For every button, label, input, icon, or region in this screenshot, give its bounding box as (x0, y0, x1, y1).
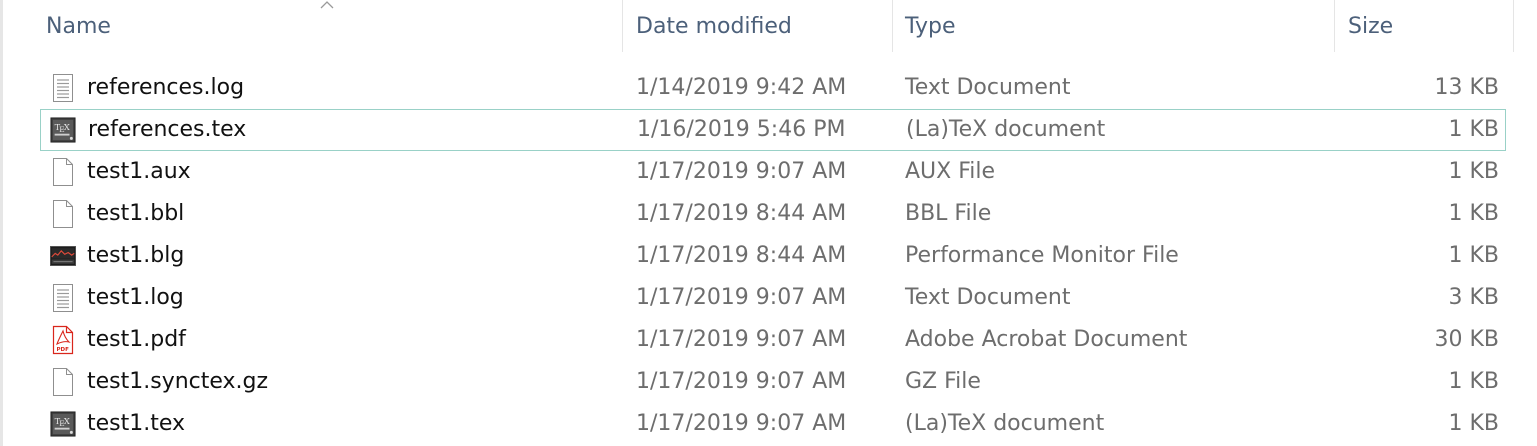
pane-edge (0, 0, 3, 446)
column-divider[interactable] (1513, 0, 1514, 52)
file-date-modified: 1/17/2019 9:07 AM (636, 411, 847, 436)
file-type: Text Document (905, 285, 1071, 310)
file-name: test1.pdf (87, 327, 186, 352)
text-document-icon (50, 283, 76, 313)
file-row[interactable]: test1.bbl 1/17/2019 8:44 AM BBL File 1 KB (40, 193, 1506, 235)
file-date-modified: 1/17/2019 9:07 AM (636, 369, 847, 394)
svg-text:X: X (64, 122, 70, 132)
file-type: (La)TeX document (905, 411, 1105, 436)
column-header-date-label: Date modified (636, 14, 792, 39)
file-name: test1.blg (87, 243, 185, 268)
column-header-bar: Name Date modified Type Size (0, 0, 1537, 54)
column-header-type[interactable]: Type (892, 0, 1334, 54)
sort-up-chevron-icon (320, 1, 334, 9)
blank-file-icon (50, 157, 76, 187)
file-name: test1.aux (87, 159, 191, 184)
column-header-name-label: Name (46, 14, 111, 39)
file-size: 13 KB (1434, 75, 1499, 100)
file-type: (La)TeX document (906, 117, 1106, 142)
column-header-date-modified[interactable]: Date modified (622, 0, 892, 54)
file-date-modified: 1/17/2019 9:07 AM (636, 159, 847, 184)
column-header-size-label: Size (1348, 14, 1394, 39)
file-name: test1.bbl (87, 201, 185, 226)
file-row[interactable]: T E X references.tex 1/16/2019 5:46 PM (La… (40, 109, 1506, 151)
file-date-modified: 1/14/2019 9:42 AM (636, 75, 847, 100)
file-name: references.log (87, 75, 245, 100)
file-type: GZ File (905, 369, 981, 394)
file-date-modified: 1/17/2019 8:44 AM (636, 243, 847, 268)
file-size: 1 KB (1448, 159, 1499, 184)
texmaker-icon: T E X (50, 409, 76, 439)
file-date-modified: 1/17/2019 9:07 AM (636, 285, 847, 310)
column-header-type-label: Type (905, 14, 956, 39)
file-row[interactable]: T E X test1.tex 1/17/2019 9:07 AM (La)TeX … (40, 403, 1506, 445)
file-date-modified: 1/17/2019 8:44 AM (636, 201, 847, 226)
svg-text:PDF: PDF (57, 347, 70, 353)
blank-file-icon (50, 367, 76, 397)
file-size: 1 KB (1448, 117, 1499, 142)
file-row[interactable]: references.log 1/14/2019 9:42 AM Text Docu… (40, 67, 1506, 109)
file-row[interactable]: PDF test1.pdf 1/17/2019 9:07 AM Adobe Acro… (40, 319, 1506, 361)
file-size: 3 KB (1448, 285, 1499, 310)
text-document-icon (50, 73, 76, 103)
file-type: Adobe Acrobat Document (905, 327, 1188, 352)
file-type: BBL File (905, 201, 992, 226)
performance-monitor-icon (50, 241, 76, 271)
file-row[interactable]: test1.aux 1/17/2019 9:07 AM AUX File 1 KB (40, 151, 1506, 193)
column-header-size[interactable]: Size (1334, 0, 1514, 54)
file-size: 1 KB (1448, 411, 1499, 436)
file-name: test1.synctex.gz (87, 369, 269, 394)
file-date-modified: 1/16/2019 5:46 PM (637, 117, 846, 142)
file-type: Text Document (905, 75, 1071, 100)
file-explorer-details-view: Name Date modified Type Size references.… (0, 0, 1537, 446)
file-row[interactable]: test1.log 1/17/2019 9:07 AM Text Document 3… (40, 277, 1506, 319)
pdf-icon: PDF (50, 325, 76, 355)
file-name: test1.log (87, 285, 184, 310)
file-row[interactable]: test1.blg 1/17/2019 8:44 AM Performance Mo… (40, 235, 1506, 277)
file-name: test1.tex (87, 411, 186, 436)
file-size: 1 KB (1448, 243, 1499, 268)
blank-file-icon (50, 199, 76, 229)
file-row[interactable]: test1.synctex.gz 1/17/2019 9:07 AM GZ File… (40, 361, 1506, 403)
svg-text:X: X (64, 416, 70, 426)
file-date-modified: 1/17/2019 9:07 AM (636, 327, 847, 352)
file-size: 1 KB (1448, 369, 1499, 394)
file-name: references.tex (88, 117, 247, 142)
texmaker-icon: T E X (50, 115, 76, 145)
file-size: 1 KB (1448, 201, 1499, 226)
file-type: Performance Monitor File (905, 243, 1179, 268)
file-size: 30 KB (1434, 327, 1499, 352)
file-type: AUX File (905, 159, 996, 184)
